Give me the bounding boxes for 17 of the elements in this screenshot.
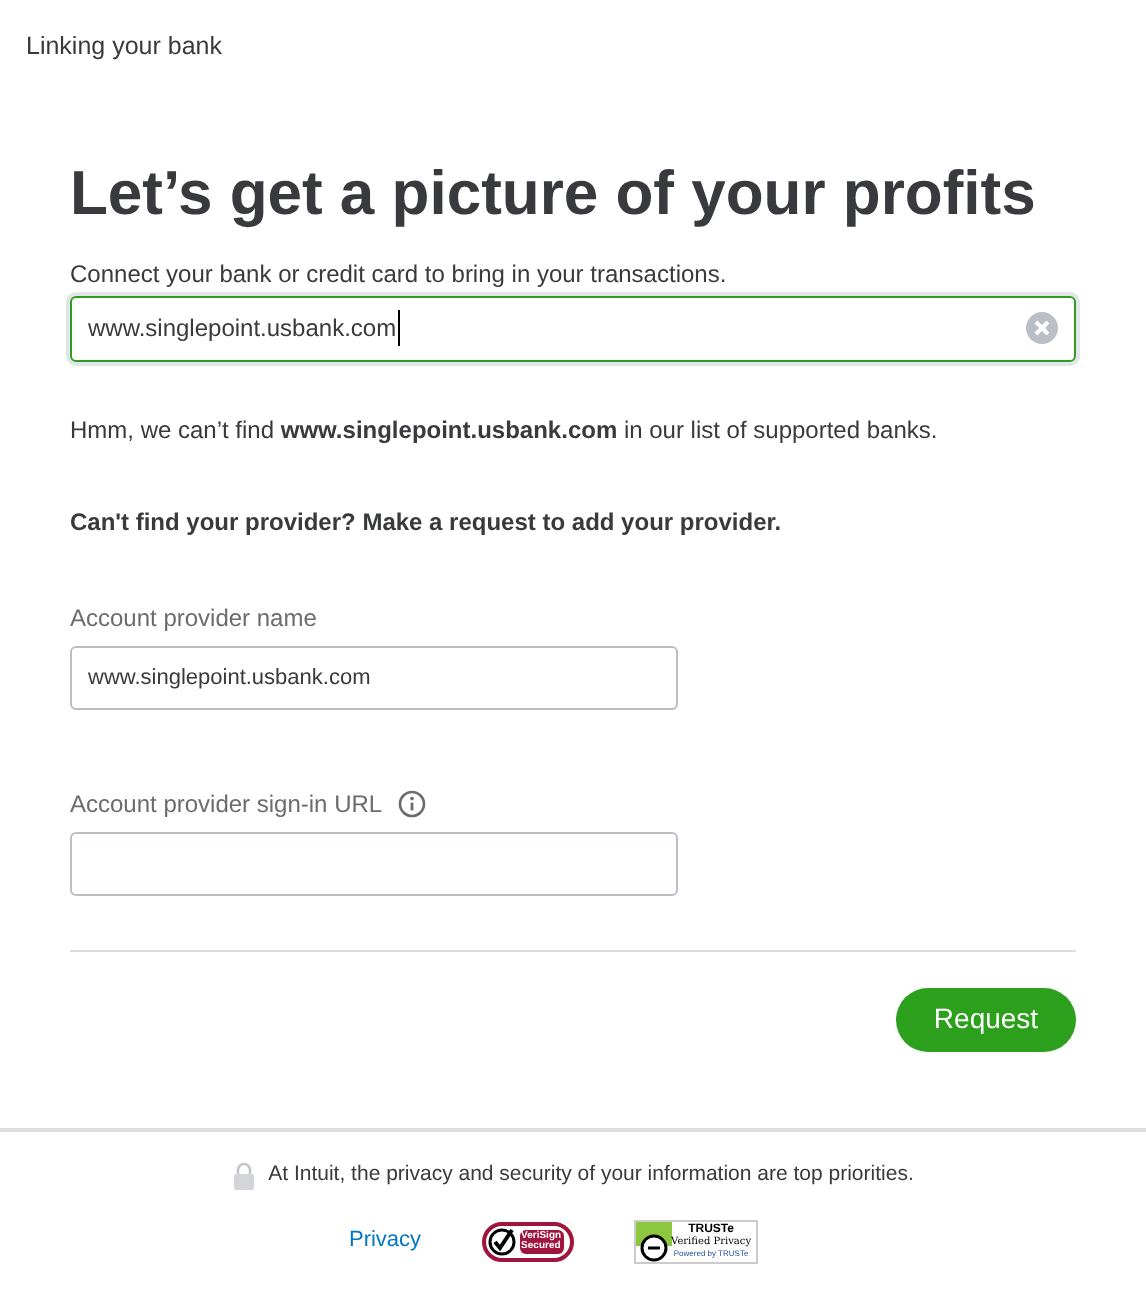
clear-icon[interactable] [1026, 312, 1058, 345]
not-found-message: Hmm, we can’t find www.singlepoint.usbank.com in our list of supported banks. [70, 413, 940, 448]
input-field[interactable]: www.singlepoint.usbank.com [70, 645, 678, 710]
info-icon[interactable] [398, 789, 427, 818]
request-prompt: Can't find your provider? Make a request to add your provider. [70, 505, 784, 540]
page-header-title: Linking your bank [24, 30, 224, 64]
security-note: At Intuit, the privacy and security of your information are top priorities. [268, 1159, 914, 1190]
field-label: Connect your bank or credit card to bring in your transactions. [70, 257, 729, 292]
privacy-link[interactable]: Privacy [348, 1224, 422, 1258]
input-field[interactable] [70, 831, 678, 896]
page-heading: Let’s get a picture of your profits [70, 155, 1038, 232]
field-label: Account provider sign-in URL [70, 787, 383, 822]
field-label: Account provider name [70, 601, 317, 636]
checkmark-icon [487, 1227, 516, 1255]
search-field[interactable]: www.singlepoint.usbank.com [70, 295, 1076, 362]
seal-logo-icon [635, 1221, 672, 1261]
lock-icon [232, 1161, 257, 1190]
